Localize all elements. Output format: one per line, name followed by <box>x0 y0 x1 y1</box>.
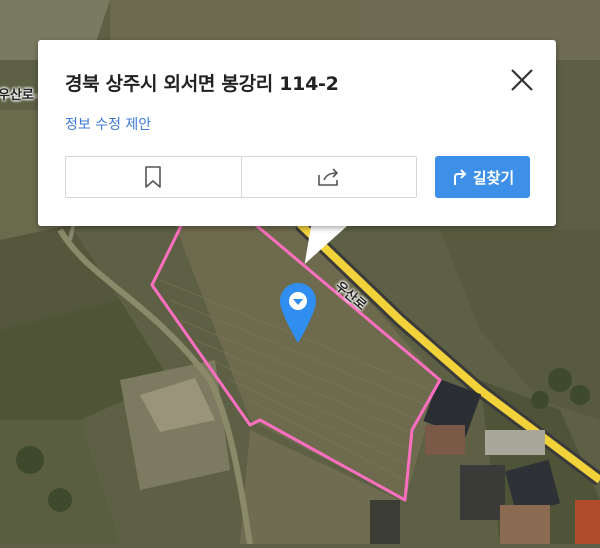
share-icon <box>317 168 338 186</box>
close-icon[interactable] <box>508 66 536 94</box>
location-pin-icon[interactable] <box>280 283 316 343</box>
bookmark-icon <box>145 166 162 188</box>
bookmark-button[interactable] <box>66 157 241 197</box>
directions-button[interactable]: 길찾기 <box>435 156 530 198</box>
road-label: 우산로 <box>0 88 34 103</box>
directions-label: 길찾기 <box>472 168 515 187</box>
address-title: 경북 상주시 외서면 봉강리 114-2 <box>65 73 339 95</box>
share-button[interactable] <box>240 157 417 197</box>
place-info-popup: 경북 상주시 외서면 봉강리 114-2 정보 수정 제안 길찾기 <box>38 40 556 226</box>
suggest-edit-link[interactable]: 정보 수정 제안 <box>65 114 151 134</box>
action-button-group <box>65 156 417 198</box>
route-arrow-icon <box>453 169 467 185</box>
